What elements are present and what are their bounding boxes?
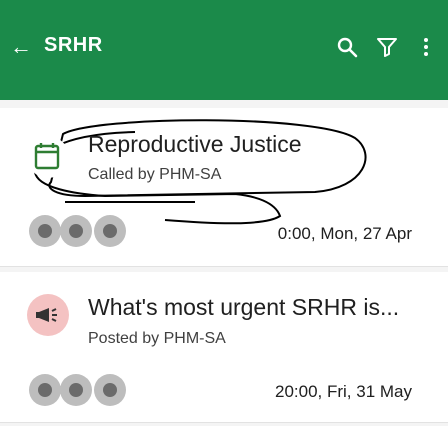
list-item[interactable]: Reproductive Justice Called by PHM-SA 0:… [0,108,448,267]
page-title: SRHR [44,34,103,56]
arrow-back-icon[interactable]: ← [10,36,32,58]
item-subtitle: Posted by PHM-SA [88,330,226,347]
more-vert-icon[interactable] [414,35,438,59]
app-bar: ← SRHR [0,0,448,100]
filter-icon[interactable] [375,35,399,59]
item-list: Reproductive Justice Called by PHM-SA 0:… [0,100,448,426]
item-date: 20:00, Fri, 31 May [274,382,412,401]
avatar [29,215,61,247]
avatar [94,215,126,247]
item-title: Reproductive Justice [88,131,302,157]
megaphone-icon [27,294,69,336]
item-title: What's most urgent SRHR is... [88,294,400,320]
search-icon[interactable] [335,35,359,59]
item-date: 0:00, Mon, 27 Apr [277,224,412,243]
avatar [29,374,61,406]
avatar [60,374,92,406]
item-subtitle: Called by PHM-SA [88,166,222,183]
avatar [60,215,92,247]
list-item[interactable]: What's most urgent SRHR is... Posted by … [0,272,448,423]
calendar-icon [27,136,69,178]
avatar [94,374,126,406]
